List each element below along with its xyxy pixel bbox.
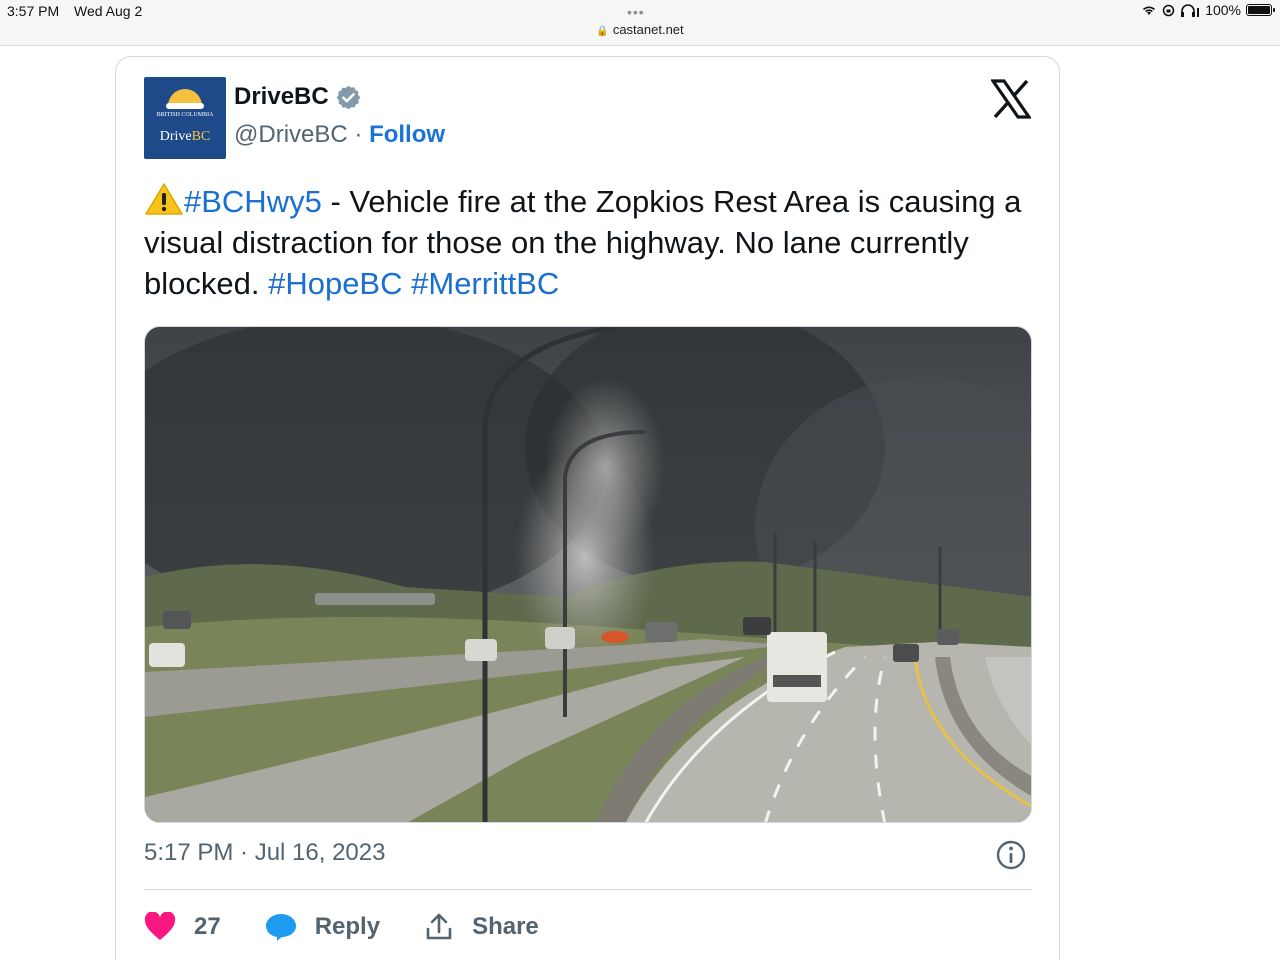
tweet-card: BRITISH COLUMBIA DriveBC DriveBC @DriveB… <box>115 56 1060 960</box>
avatar-logo-text: DriveBC <box>159 129 211 144</box>
rotation-lock-icon <box>1162 4 1175 16</box>
lock-icon: 🔒 <box>596 26 609 37</box>
x-logo-icon[interactable] <box>991 79 1031 119</box>
author-name[interactable]: DriveBC <box>234 83 329 111</box>
status-right: 100% <box>1141 2 1275 18</box>
hashtag-merrittbc[interactable]: #MerrittBC <box>411 266 559 301</box>
share-button[interactable]: Share <box>424 912 539 942</box>
separator-dot: · <box>354 121 363 148</box>
follow-button[interactable]: Follow <box>369 121 445 148</box>
hashtag-hopebc[interactable]: #HopeBC <box>268 266 402 301</box>
highway-fire-photo <box>145 327 1031 822</box>
like-button[interactable]: 27 <box>144 912 221 942</box>
author-name-row[interactable]: DriveBC <box>234 83 362 111</box>
headphones-icon <box>1181 3 1200 17</box>
status-date: Wed Aug 2 <box>74 3 143 19</box>
heart-icon <box>144 912 176 940</box>
reply-button[interactable]: Reply <box>265 912 380 942</box>
battery-percent: 100% <box>1205 2 1241 18</box>
reply-label: Reply <box>314 913 381 940</box>
share-icon <box>426 913 452 940</box>
warning-icon <box>145 183 183 215</box>
author-handle[interactable]: @DriveBC <box>234 121 348 148</box>
tweet-text: #BCHwy5 - Vehicle fire at the Zopkios Re… <box>144 181 1024 304</box>
tweet-photo[interactable] <box>144 326 1032 823</box>
more-dots-icon[interactable]: ••• <box>627 4 645 20</box>
ios-status-bar: 3:57 PM Wed Aug 2 ••• 100% 🔒 castanet.net <box>0 0 1280 46</box>
reply-icon <box>265 914 296 941</box>
status-time: 3:57 PM <box>7 3 60 19</box>
divider <box>144 889 1032 890</box>
avatar[interactable]: BRITISH COLUMBIA DriveBC <box>144 77 226 159</box>
like-count: 27 <box>194 913 221 940</box>
url-text: castanet.net <box>612 22 684 37</box>
handle-row: @DriveBC · Follow <box>234 121 445 149</box>
url-bar[interactable]: 🔒 castanet.net <box>0 22 1280 37</box>
info-icon[interactable] <box>995 839 1027 871</box>
tweet-timestamp[interactable]: 5:17 PM · Jul 16, 2023 <box>144 839 385 867</box>
verified-badge-icon <box>336 85 361 109</box>
wifi-icon <box>1143 6 1156 15</box>
tweet-actions: 27 Reply Share <box>144 907 583 947</box>
battery-icon <box>1246 4 1275 16</box>
avatar-caption: BRITISH COLUMBIA <box>156 112 214 118</box>
hashtag-bchwy5[interactable]: #BCHwy5 <box>184 184 322 219</box>
share-label: Share <box>472 913 539 940</box>
